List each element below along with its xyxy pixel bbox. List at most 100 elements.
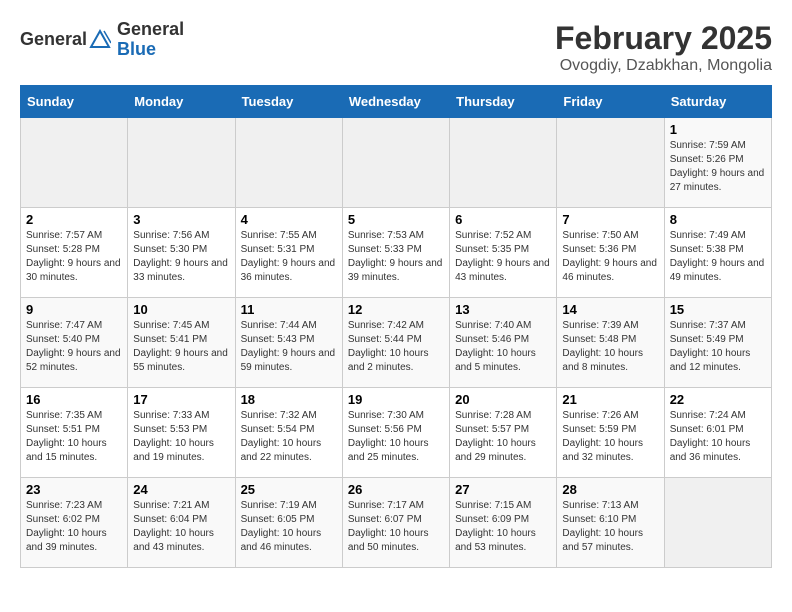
calendar-cell: 13Sunrise: 7:40 AM Sunset: 5:46 PM Dayli…	[450, 298, 557, 388]
calendar-cell: 16Sunrise: 7:35 AM Sunset: 5:51 PM Dayli…	[21, 388, 128, 478]
calendar-week-row: 1 Sunrise: 7:59 AM Sunset: 5:26 PM Daylig…	[21, 118, 772, 208]
day-info: Sunrise: 7:53 AM Sunset: 5:33 PM Dayligh…	[348, 229, 444, 285]
calendar-cell	[664, 478, 771, 568]
day-info: Sunrise: 7:21 AM Sunset: 6:04 PM Dayligh…	[133, 499, 229, 555]
day-number: 14	[562, 302, 658, 317]
day-number: 17	[133, 392, 229, 407]
main-title: February 2025	[555, 20, 772, 57]
calendar-cell	[128, 118, 235, 208]
calendar-week-row: 23 Sunrise: 7:23 AM Sunset: 6:02 PM Dayli…	[21, 478, 772, 568]
day-number: 2	[26, 212, 122, 227]
day-number: 15	[670, 302, 766, 317]
calendar-cell: 28Sunrise: 7:13 AM Sunset: 6:10 PM Dayli…	[557, 478, 664, 568]
calendar-cell: 9 Sunrise: 7:47 AM Sunset: 5:40 PM Daylig…	[21, 298, 128, 388]
calendar-cell: 8 Sunrise: 7:49 AM Sunset: 5:38 PM Daylig…	[664, 208, 771, 298]
calendar-cell: 11 Sunrise: 7:44 AM Sunset: 5:43 PM Dayli…	[235, 298, 342, 388]
calendar-week-row: 2Sunrise: 7:57 AM Sunset: 5:28 PM Daylig…	[21, 208, 772, 298]
calendar-week-row: 16Sunrise: 7:35 AM Sunset: 5:51 PM Dayli…	[21, 388, 772, 478]
day-number: 4	[241, 212, 337, 227]
day-info: Sunrise: 7:52 AM Sunset: 5:35 PM Dayligh…	[455, 229, 551, 285]
weekday-header: Wednesday	[342, 86, 449, 118]
day-info: Sunrise: 7:33 AM Sunset: 5:53 PM Dayligh…	[133, 409, 229, 465]
day-info: Sunrise: 7:28 AM Sunset: 5:57 PM Dayligh…	[455, 409, 551, 465]
day-number: 10	[133, 302, 229, 317]
weekday-header-row: SundayMondayTuesdayWednesdayThursdayFrid…	[21, 86, 772, 118]
day-info: Sunrise: 7:59 AM Sunset: 5:26 PM Dayligh…	[670, 139, 766, 195]
day-info: Sunrise: 7:45 AM Sunset: 5:41 PM Dayligh…	[133, 319, 229, 375]
weekday-header: Thursday	[450, 86, 557, 118]
day-info: Sunrise: 7:55 AM Sunset: 5:31 PM Dayligh…	[241, 229, 337, 285]
day-number: 1	[670, 122, 766, 137]
weekday-header: Monday	[128, 86, 235, 118]
day-info: Sunrise: 7:24 AM Sunset: 6:01 PM Dayligh…	[670, 409, 766, 465]
day-info: Sunrise: 7:23 AM Sunset: 6:02 PM Dayligh…	[26, 499, 122, 555]
calendar-cell: 19Sunrise: 7:30 AM Sunset: 5:56 PM Dayli…	[342, 388, 449, 478]
day-number: 8	[670, 212, 766, 227]
calendar-cell: 27 Sunrise: 7:15 AM Sunset: 6:09 PM Dayli…	[450, 478, 557, 568]
calendar-cell	[342, 118, 449, 208]
calendar-cell: 26Sunrise: 7:17 AM Sunset: 6:07 PM Dayli…	[342, 478, 449, 568]
calendar-cell: 20 Sunrise: 7:28 AM Sunset: 5:57 PM Dayli…	[450, 388, 557, 478]
calendar-cell: 7 Sunrise: 7:50 AM Sunset: 5:36 PM Daylig…	[557, 208, 664, 298]
calendar-cell: 1 Sunrise: 7:59 AM Sunset: 5:26 PM Daylig…	[664, 118, 771, 208]
day-info: Sunrise: 7:39 AM Sunset: 5:48 PM Dayligh…	[562, 319, 658, 375]
day-info: Sunrise: 7:26 AM Sunset: 5:59 PM Dayligh…	[562, 409, 658, 465]
day-number: 23	[26, 482, 122, 497]
day-info: Sunrise: 7:44 AM Sunset: 5:43 PM Dayligh…	[241, 319, 337, 375]
title-section: February 2025 Ovogdiy, Dzabkhan, Mongoli…	[555, 20, 772, 75]
calendar-cell: 22 Sunrise: 7:24 AM Sunset: 6:01 PM Dayli…	[664, 388, 771, 478]
day-number: 16	[26, 392, 122, 407]
calendar-table: SundayMondayTuesdayWednesdayThursdayFrid…	[20, 85, 772, 568]
calendar-cell: 14 Sunrise: 7:39 AM Sunset: 5:48 PM Dayli…	[557, 298, 664, 388]
logo: General General Blue	[20, 20, 184, 60]
day-info: Sunrise: 7:15 AM Sunset: 6:09 PM Dayligh…	[455, 499, 551, 555]
header: General General Blue February 2025 Ovogd…	[20, 20, 772, 75]
day-info: Sunrise: 7:49 AM Sunset: 5:38 PM Dayligh…	[670, 229, 766, 285]
logo-blue-text: Blue	[117, 40, 184, 60]
day-number: 11	[241, 302, 337, 317]
day-number: 7	[562, 212, 658, 227]
weekday-header: Tuesday	[235, 86, 342, 118]
weekday-header: Sunday	[21, 86, 128, 118]
calendar-week-row: 9 Sunrise: 7:47 AM Sunset: 5:40 PM Daylig…	[21, 298, 772, 388]
day-number: 3	[133, 212, 229, 227]
calendar-cell	[557, 118, 664, 208]
day-info: Sunrise: 7:32 AM Sunset: 5:54 PM Dayligh…	[241, 409, 337, 465]
calendar-cell: 18 Sunrise: 7:32 AM Sunset: 5:54 PM Dayli…	[235, 388, 342, 478]
day-info: Sunrise: 7:40 AM Sunset: 5:46 PM Dayligh…	[455, 319, 551, 375]
logo-general: General	[20, 29, 87, 50]
subtitle: Ovogdiy, Dzabkhan, Mongolia	[555, 57, 772, 75]
day-number: 22	[670, 392, 766, 407]
day-number: 5	[348, 212, 444, 227]
day-number: 20	[455, 392, 551, 407]
day-info: Sunrise: 7:19 AM Sunset: 6:05 PM Dayligh…	[241, 499, 337, 555]
calendar-cell: 4 Sunrise: 7:55 AM Sunset: 5:31 PM Daylig…	[235, 208, 342, 298]
day-number: 12	[348, 302, 444, 317]
calendar-cell: 5 Sunrise: 7:53 AM Sunset: 5:33 PM Daylig…	[342, 208, 449, 298]
weekday-header: Friday	[557, 86, 664, 118]
day-number: 27	[455, 482, 551, 497]
calendar-cell: 15 Sunrise: 7:37 AM Sunset: 5:49 PM Dayli…	[664, 298, 771, 388]
calendar-cell: 17 Sunrise: 7:33 AM Sunset: 5:53 PM Dayli…	[128, 388, 235, 478]
calendar-cell: 25 Sunrise: 7:19 AM Sunset: 6:05 PM Dayli…	[235, 478, 342, 568]
calendar-cell: 12 Sunrise: 7:42 AM Sunset: 5:44 PM Dayli…	[342, 298, 449, 388]
logo-icon	[89, 29, 111, 51]
calendar-cell: 24Sunrise: 7:21 AM Sunset: 6:04 PM Dayli…	[128, 478, 235, 568]
weekday-header: Saturday	[664, 86, 771, 118]
day-info: Sunrise: 7:56 AM Sunset: 5:30 PM Dayligh…	[133, 229, 229, 285]
day-info: Sunrise: 7:37 AM Sunset: 5:49 PM Dayligh…	[670, 319, 766, 375]
day-number: 25	[241, 482, 337, 497]
day-info: Sunrise: 7:50 AM Sunset: 5:36 PM Dayligh…	[562, 229, 658, 285]
calendar-cell: 21 Sunrise: 7:26 AM Sunset: 5:59 PM Dayli…	[557, 388, 664, 478]
calendar-cell: 10 Sunrise: 7:45 AM Sunset: 5:41 PM Dayli…	[128, 298, 235, 388]
day-number: 9	[26, 302, 122, 317]
calendar-cell: 3 Sunrise: 7:56 AM Sunset: 5:30 PM Daylig…	[128, 208, 235, 298]
logo-general-text: General	[117, 20, 184, 40]
calendar-cell	[21, 118, 128, 208]
day-number: 26	[348, 482, 444, 497]
day-info: Sunrise: 7:47 AM Sunset: 5:40 PM Dayligh…	[26, 319, 122, 375]
day-info: Sunrise: 7:42 AM Sunset: 5:44 PM Dayligh…	[348, 319, 444, 375]
day-number: 21	[562, 392, 658, 407]
day-number: 18	[241, 392, 337, 407]
day-number: 28	[562, 482, 658, 497]
